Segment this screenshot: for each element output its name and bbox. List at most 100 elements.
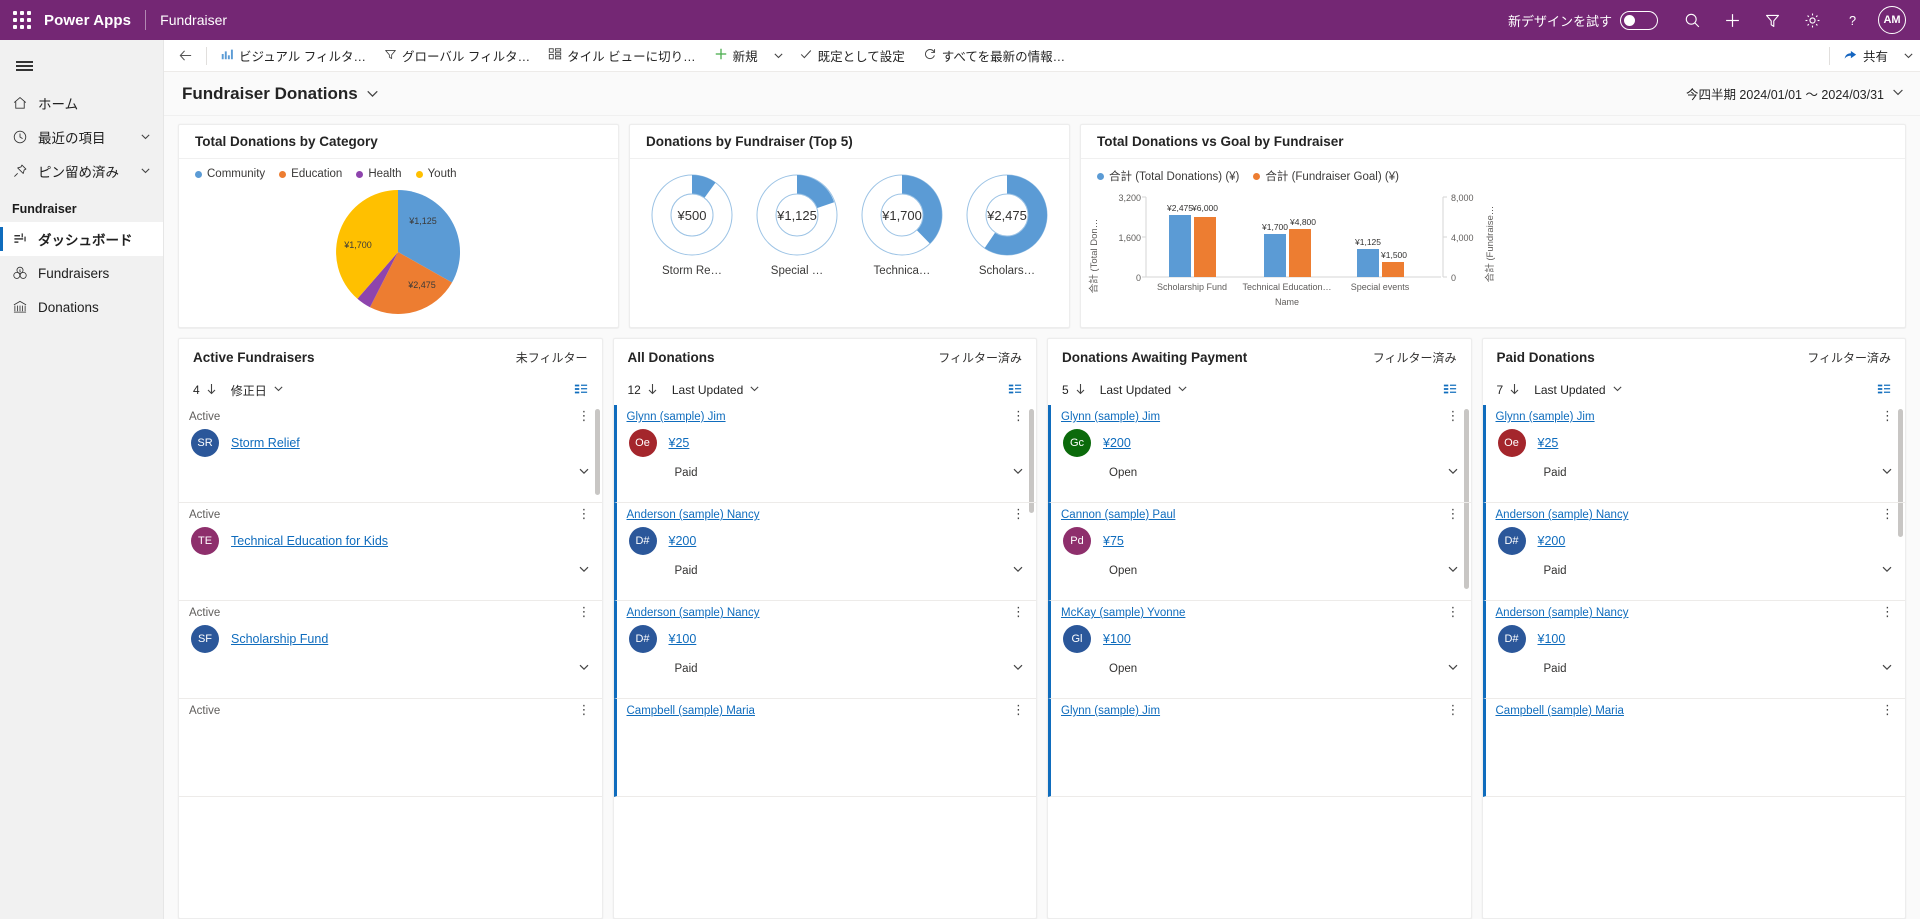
list-item[interactable]: Active ⋮ SR Storm Relief [179, 405, 602, 503]
chevron-down-icon[interactable] [140, 164, 151, 179]
sidebar-item-pinned[interactable]: ピン留め済み [0, 154, 163, 188]
list-body[interactable]: Glynn (sample) Jim ⋮ Gc ¥200 Open Cannon (… [1048, 405, 1471, 918]
list-body[interactable]: Active ⋮ SR Storm Relief Active ⋮ TE Technic… [179, 405, 602, 918]
gear-icon[interactable] [1792, 0, 1832, 40]
list-item[interactable]: McKay (sample) Yvonne ⋮ Gl ¥100 Open [1048, 601, 1471, 699]
expand-chevron-icon[interactable] [578, 563, 590, 578]
sort-direction-icon[interactable] [1509, 383, 1520, 398]
item-name-link[interactable]: Storm Relief [231, 436, 300, 450]
donut-technical-education[interactable]: ¥1,700 [856, 169, 948, 261]
expand-chevron-icon[interactable] [1447, 465, 1459, 480]
item-contact-link[interactable]: Anderson (sample) Nancy [627, 607, 760, 619]
overflow-menu-icon[interactable]: ⋮ [1012, 605, 1026, 618]
list-options-icon[interactable] [1877, 382, 1891, 399]
expand-chevron-icon[interactable] [1012, 563, 1024, 578]
overflow-menu-icon[interactable]: ⋮ [1447, 703, 1461, 716]
visual-filter-button[interactable]: ビジュアル フィルタ… [211, 41, 375, 71]
donut-item[interactable]: ¥500 Storm Re… [642, 169, 743, 277]
chevron-down-icon[interactable] [1612, 383, 1623, 397]
list-item[interactable]: Anderson (sample) Nancy ⋮ D# ¥200 Paid [613, 503, 1036, 601]
bar-goal-scholarship[interactable] [1194, 217, 1216, 277]
app-launcher-icon[interactable] [0, 0, 44, 40]
item-contact-link[interactable]: Anderson (sample) Nancy [1496, 607, 1629, 619]
sort-field-label[interactable]: Last Updated [1100, 383, 1171, 397]
plus-icon[interactable] [1712, 0, 1752, 40]
sort-field-label[interactable]: 修正日 [231, 382, 267, 399]
date-range-selector[interactable]: 今四半期 2024/01/01 ～ 2024/03/31 [1686, 84, 1904, 103]
item-contact-link[interactable]: Campbell (sample) Maria [627, 705, 755, 717]
share-button[interactable]: 共有 [1834, 41, 1897, 71]
list-item[interactable]: Active ⋮ SF Scholarship Fund [179, 601, 602, 699]
list-item[interactable]: Glynn (sample) Jim ⋮ Gc ¥200 Open [1048, 405, 1471, 503]
sort-field-label[interactable]: Last Updated [672, 383, 743, 397]
expand-chevron-icon[interactable] [1012, 465, 1024, 480]
brand-title[interactable]: Power Apps [44, 12, 145, 29]
item-name-link[interactable]: Scholarship Fund [231, 632, 328, 646]
overflow-menu-icon[interactable]: ⋮ [1881, 605, 1895, 618]
avatar[interactable]: AM [1878, 6, 1906, 34]
set-as-default-button[interactable]: 既定として設定 [790, 41, 914, 71]
donut-chart-body[interactable]: ¥500 Storm Re… ¥1,125 Special … ¥1,700 T… [630, 159, 1069, 327]
list-item[interactable]: Cannon (sample) Paul ⋮ Pd ¥75 Open [1048, 503, 1471, 601]
item-amount-link[interactable]: ¥25 [669, 436, 690, 450]
overflow-menu-icon[interactable]: ⋮ [1012, 409, 1026, 422]
sidebar-item-donations[interactable]: Donations [0, 290, 163, 324]
overflow-menu-icon[interactable]: ⋮ [578, 605, 592, 618]
tile-view-button[interactable]: タイル ビューに切り… [539, 41, 704, 71]
list-item[interactable]: Anderson (sample) Nancy ⋮ D# ¥100 Paid [1482, 601, 1905, 699]
sort-direction-icon[interactable] [1075, 383, 1086, 398]
list-options-icon[interactable] [1443, 382, 1457, 399]
list-options-icon[interactable] [1008, 382, 1022, 399]
donut-special-events[interactable]: ¥1,125 [751, 169, 843, 261]
item-amount-link[interactable]: ¥25 [1538, 436, 1559, 450]
sort-direction-icon[interactable] [647, 383, 658, 398]
list-options-icon[interactable] [574, 382, 588, 399]
bar-goal-special[interactable] [1382, 262, 1404, 277]
item-amount-link[interactable]: ¥100 [1538, 632, 1566, 646]
sort-field-label[interactable]: Last Updated [1534, 383, 1605, 397]
sidebar-item-fundraisers[interactable]: $ Fundraisers [0, 256, 163, 290]
chevron-down-icon[interactable] [273, 383, 284, 397]
pie-chart-svg[interactable]: ¥1,125 ¥2,475 ¥1,700 [179, 180, 618, 320]
overflow-menu-icon[interactable]: ⋮ [578, 703, 592, 716]
list-item[interactable]: Campbell (sample) Maria ⋮ [1482, 699, 1905, 797]
overflow-menu-icon[interactable]: ⋮ [1881, 507, 1895, 520]
expand-chevron-icon[interactable] [1881, 465, 1893, 480]
list-body[interactable]: Glynn (sample) Jim ⋮ Oe ¥25 Paid Anderson … [613, 405, 1036, 918]
expand-chevron-icon[interactable] [1447, 563, 1459, 578]
item-contact-link[interactable]: Anderson (sample) Nancy [627, 509, 760, 521]
item-amount-link[interactable]: ¥200 [1538, 534, 1566, 548]
donut-item[interactable]: ¥1,125 Special … [747, 169, 848, 277]
donut-scholarship-fund[interactable]: ¥2,475 [961, 169, 1053, 261]
item-contact-link[interactable]: McKay (sample) Yvonne [1061, 607, 1185, 619]
list-item[interactable]: Anderson (sample) Nancy ⋮ D# ¥200 Paid [1482, 503, 1905, 601]
sidebar-item-recent[interactable]: 最近の項目 [0, 120, 163, 154]
list-item[interactable]: Active ⋮ TE Technical Education for Kids [179, 503, 602, 601]
sidebar-item-dashboard[interactable]: ダッシュボード [0, 222, 163, 256]
item-contact-link[interactable]: Campbell (sample) Maria [1496, 705, 1624, 717]
expand-chevron-icon[interactable] [1881, 661, 1893, 676]
back-arrow-icon[interactable] [168, 48, 202, 63]
global-filter-button[interactable]: グローバル フィルタ… [375, 41, 539, 71]
hamburger-icon[interactable] [0, 46, 163, 86]
expand-chevron-icon[interactable] [578, 661, 590, 676]
expand-chevron-icon[interactable] [1447, 661, 1459, 676]
donut-item[interactable]: ¥1,700 Technica… [852, 169, 953, 277]
item-contact-link[interactable]: Anderson (sample) Nancy [1496, 509, 1629, 521]
help-icon[interactable]: ? [1832, 0, 1872, 40]
chevron-down-icon[interactable] [749, 383, 760, 397]
bar-goal-technical[interactable] [1289, 229, 1311, 277]
bar-total-technical[interactable] [1264, 234, 1286, 277]
overflow-menu-icon[interactable]: ⋮ [1012, 507, 1026, 520]
pie-chart-body[interactable]: Community Education Health Youth ¥1,125 … [179, 159, 618, 327]
overflow-menu-icon[interactable]: ⋮ [1447, 409, 1461, 422]
bar-total-scholarship[interactable] [1169, 215, 1191, 277]
overflow-menu-icon[interactable]: ⋮ [1012, 703, 1026, 716]
list-body[interactable]: Glynn (sample) Jim ⋮ Oe ¥25 Paid Anderson … [1482, 405, 1905, 918]
list-item[interactable]: Active ⋮ [179, 699, 602, 797]
item-amount-link[interactable]: ¥75 [1103, 534, 1124, 548]
list-item[interactable]: Glynn (sample) Jim ⋮ Oe ¥25 Paid [613, 405, 1036, 503]
overflow-menu-icon[interactable]: ⋮ [1447, 605, 1461, 618]
try-new-design-toggle[interactable] [1620, 10, 1658, 30]
sidebar-item-home[interactable]: ホーム [0, 86, 163, 120]
